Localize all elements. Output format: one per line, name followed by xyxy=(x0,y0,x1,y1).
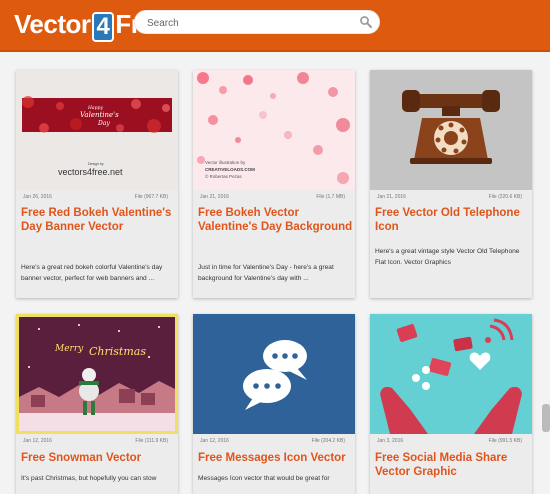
card-thumbnail[interactable] xyxy=(193,314,355,434)
vector-credit-line2: CREATIVELOADS.COM xyxy=(205,167,255,172)
merry-text: Merry xyxy=(54,344,84,354)
card-file-size: File (967.7 KB) xyxy=(134,194,168,200)
card-messages-icon[interactable]: Jan 12, 2016 File (204.2 KB) Free Messag… xyxy=(193,314,355,494)
card-title[interactable]: Free Snowman Vector xyxy=(21,451,177,465)
card-thumbnail[interactable] xyxy=(370,314,532,434)
message-bubbles-icon xyxy=(193,314,355,434)
search-input[interactable] xyxy=(145,14,349,32)
card-description: Here's a great red bokeh colorful Valent… xyxy=(21,264,163,282)
social-share-image xyxy=(370,314,532,434)
card-thumbnail[interactable]: Happy Valentine's Day Design by vectors4… xyxy=(16,70,178,190)
card-red-bokeh-banner[interactable]: Happy Valentine's Day Design by vectors4… xyxy=(16,70,178,298)
credit-site-text: vectors4free.net xyxy=(58,167,123,177)
valentine-banner-image: Happy Valentine's Day Design by vectors4… xyxy=(16,70,178,190)
card-title[interactable]: Free Bokeh Vector Valentine's Day Backgr… xyxy=(198,206,354,234)
card-thumbnail[interactable]: Vector illustration by CREATIVELOADS.COM… xyxy=(193,70,355,190)
card-description: Just in time for Valentine's Day - here'… xyxy=(198,264,334,282)
banner-valentines-text: Valentine's xyxy=(80,111,119,119)
logo-text-vector: Vector xyxy=(14,9,91,39)
card-title[interactable]: Free Messages Icon Vector xyxy=(198,451,354,465)
card-description: It's past Christmas, but hopefully you c… xyxy=(21,475,157,482)
card-snowman-vector[interactable]: Merry Christmas Jan 12, 2016 File (111.9… xyxy=(16,314,178,494)
christmas-scene-image: Merry Christmas xyxy=(19,317,175,431)
card-date: Jan 21, 2016 xyxy=(377,194,406,200)
vector-credit-line1: Vector illustration by xyxy=(205,160,246,165)
credit-small-text: Design by xyxy=(88,162,104,166)
card-thumbnail[interactable]: Merry Christmas xyxy=(16,314,178,434)
site-header: Vector4Free xyxy=(0,0,550,52)
logo-badge-four: 4 xyxy=(91,12,115,42)
telephone-icon xyxy=(370,70,532,190)
page-scrollbar[interactable] xyxy=(542,404,550,432)
card-date: Jan 3, 2016 xyxy=(377,438,404,444)
bokeh-background-image: Vector illustration by CREATIVELOADS.COM… xyxy=(193,70,355,190)
christmas-text: Christmas xyxy=(89,345,146,358)
card-file-size: File (991.5 KB) xyxy=(488,438,522,444)
card-file-size: File (1.7 MB) xyxy=(316,194,345,200)
card-bokeh-valentine-bg[interactable]: Vector illustration by CREATIVELOADS.COM… xyxy=(193,70,355,298)
card-file-size: File (220.6 KB) xyxy=(488,194,522,200)
card-thumbnail[interactable] xyxy=(370,70,532,190)
card-file-size: File (204.2 KB) xyxy=(311,438,345,444)
card-date: Jan 12, 2016 xyxy=(23,438,52,444)
card-date: Jan 12, 2016 xyxy=(200,438,229,444)
card-title[interactable]: Free Red Bokeh Valentine's Day Banner Ve… xyxy=(21,206,177,234)
card-date: Jan 26, 2016 xyxy=(23,194,52,200)
vector-credit-line3: © Robertas Pezas xyxy=(205,173,242,179)
card-social-media-share[interactable]: Jan 3, 2016 File (991.5 KB) Free Social … xyxy=(370,314,532,494)
card-description: Here's a great vintage style Vector Old … xyxy=(375,248,520,266)
card-title[interactable]: Free Vector Old Telephone Icon xyxy=(375,206,531,234)
card-date: Jan 21, 2016 xyxy=(200,194,229,200)
banner-day-text: Day xyxy=(97,120,110,127)
search-box xyxy=(134,10,380,34)
card-title[interactable]: Free Social Media Share Vector Graphic xyxy=(375,451,531,479)
card-old-telephone-icon[interactable]: Jan 21, 2016 File (220.6 KB) Free Vector… xyxy=(370,70,532,298)
card-description: Messages Icon vector that would be great… xyxy=(198,475,330,482)
search-icon[interactable] xyxy=(359,15,373,29)
card-file-size: File (111.9 KB) xyxy=(135,438,168,444)
